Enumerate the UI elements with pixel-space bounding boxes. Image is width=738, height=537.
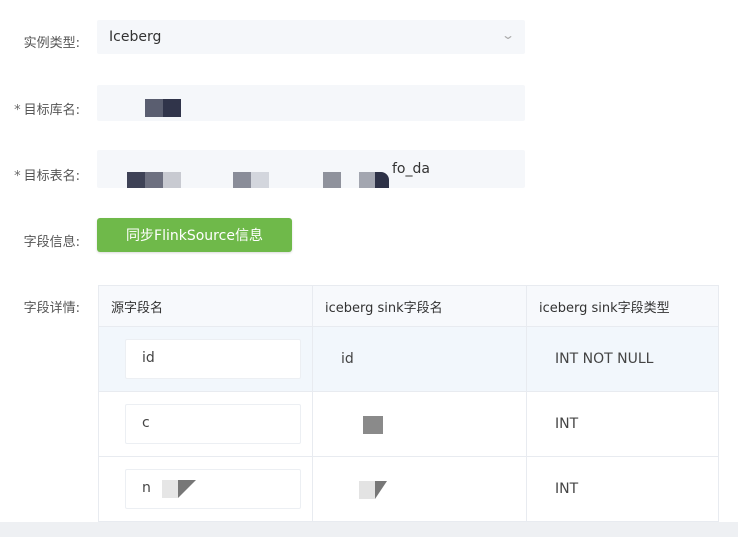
sink-type-cell: INT NOT NULL (526, 326, 719, 392)
redaction-mask (375, 172, 389, 188)
redaction-mask (145, 172, 163, 188)
sink-type-cell: INT (526, 456, 719, 522)
sync-flinksource-button[interactable]: 同步FlinkSource信息 (97, 218, 292, 252)
sink-name-cell (312, 391, 527, 457)
sink-type-value: INT NOT NULL (555, 351, 654, 367)
field-details-table: 源字段名 iceberg sink字段名 iceberg sink字段类型 id… (98, 285, 719, 522)
redaction-mask (359, 481, 375, 499)
required-mark: * (14, 103, 21, 118)
source-field-input[interactable]: id (125, 339, 301, 379)
source-field-value: id (142, 350, 155, 366)
source-cell: id (98, 326, 313, 392)
redaction-mask (363, 416, 383, 434)
table-row: n INT (98, 456, 719, 522)
sink-name-value (313, 479, 526, 499)
source-cell: n (98, 456, 313, 522)
instance-type-select[interactable]: Iceberg ⌄ (97, 20, 525, 54)
target-table-label-text: 目标表名: (23, 169, 80, 184)
target-table-label: * 目标表名: (8, 165, 80, 184)
sink-type-value: INT (555, 416, 579, 432)
field-info-label: 字段信息: (23, 235, 80, 250)
sink-type-value: INT (555, 481, 579, 497)
redaction-mask (163, 99, 181, 117)
instance-type-value: Iceberg (109, 29, 162, 45)
redaction-mask (145, 99, 163, 117)
redaction-mask (323, 172, 341, 188)
redaction-mask (375, 481, 387, 499)
column-header-sink-name: iceberg sink字段名 (312, 285, 527, 327)
redaction-mask (251, 172, 269, 188)
bottom-bar (0, 522, 738, 537)
source-field-value: n (142, 480, 151, 496)
redaction-mask (163, 172, 181, 188)
sink-type-cell: INT (526, 391, 719, 457)
sink-name-cell: id (312, 326, 527, 392)
sink-name-value (313, 414, 526, 434)
required-mark: * (14, 169, 21, 184)
redaction-mask (178, 480, 196, 498)
target-db-label: * 目标库名: (8, 99, 80, 118)
table-name-suffix: fo_da (392, 161, 430, 177)
column-header-sink-type: iceberg sink字段类型 (526, 285, 719, 327)
source-field-input[interactable]: n (125, 469, 301, 509)
target-table-input[interactable]: fo_da (97, 150, 525, 188)
sink-name-cell (312, 456, 527, 522)
column-header-source: 源字段名 (98, 285, 313, 327)
source-field-input[interactable]: c (125, 404, 301, 444)
chevron-down-icon: ⌄ (500, 28, 516, 42)
field-details-label: 字段详情: (23, 301, 80, 316)
table-header-row: 源字段名 iceberg sink字段名 iceberg sink字段类型 (98, 285, 719, 327)
source-cell: c (98, 391, 313, 457)
table-row: id id INT NOT NULL (98, 326, 719, 392)
redaction-mask (162, 480, 178, 498)
source-field-value: c (142, 415, 150, 431)
table-row: c INT (98, 391, 719, 457)
target-db-input[interactable] (97, 85, 525, 121)
target-db-label-text: 目标库名: (23, 103, 80, 118)
sink-name-value: id (341, 351, 354, 367)
redaction-mask (233, 172, 251, 188)
instance-type-label: 实例类型: (23, 36, 80, 51)
redaction-mask (127, 172, 145, 188)
